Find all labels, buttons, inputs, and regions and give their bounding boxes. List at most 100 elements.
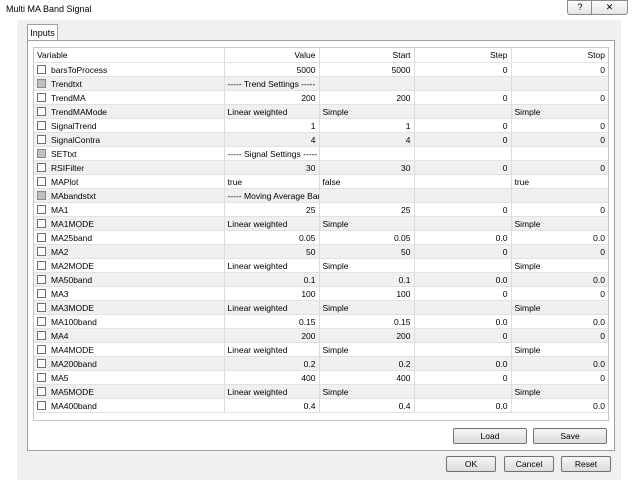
tab-inputs[interactable]: Inputs [27,24,58,41]
start-cell[interactable]: false [318,174,414,189]
optimize-checkbox[interactable] [37,176,46,186]
step-cell[interactable] [413,174,511,189]
value-cell[interactable]: Linear weighted [223,342,319,357]
start-cell[interactable] [318,76,414,91]
table-row[interactable]: MA3 100 100 0 0 [34,286,608,301]
step-cell[interactable] [413,216,511,231]
stop-cell[interactable]: 0 [510,118,608,133]
stop-cell[interactable]: 0 [510,202,608,217]
stop-cell[interactable]: 0 [510,244,608,259]
stop-cell[interactable]: Simple [510,300,608,315]
value-cell[interactable]: ----- Trend Settings ----- [223,76,319,91]
start-cell[interactable]: Simple [318,258,414,273]
start-cell[interactable]: 400 [318,370,414,385]
value-cell[interactable]: 0.4 [223,398,319,413]
stop-cell[interactable] [510,76,608,91]
stop-cell[interactable]: Simple [510,258,608,273]
optimize-checkbox[interactable] [37,232,46,242]
table-row[interactable]: SignalTrend 1 1 0 0 [34,118,608,133]
cancel-button[interactable]: Cancel [504,456,554,472]
value-cell[interactable]: 0.2 [223,356,319,371]
table-row[interactable]: barsToProcess 5000 5000 0 0 [34,62,608,77]
table-row[interactable]: MA4 200 200 0 0 [34,328,608,343]
step-cell[interactable]: 0 [413,90,511,105]
optimize-checkbox[interactable] [37,316,46,326]
step-cell[interactable]: 0.0 [413,314,511,329]
table-row[interactable]: SETtxt ----- Signal Settings ----- [34,146,608,161]
stop-cell[interactable]: Simple [510,104,608,119]
step-cell[interactable]: 0 [413,328,511,343]
step-cell[interactable]: 0 [413,286,511,301]
start-cell[interactable] [318,188,414,203]
step-cell[interactable]: 0.0 [413,398,511,413]
table-row[interactable]: TrendMA 200 200 0 0 [34,90,608,105]
step-cell[interactable] [413,76,511,91]
step-cell[interactable] [413,188,511,203]
optimize-checkbox[interactable] [37,78,46,88]
value-cell[interactable]: 1 [223,118,319,133]
value-cell[interactable]: Linear weighted [223,258,319,273]
value-cell[interactable]: 200 [223,328,319,343]
optimize-checkbox[interactable] [37,386,46,396]
value-cell[interactable]: true [223,174,319,189]
stop-cell[interactable]: 0 [510,132,608,147]
reset-button[interactable]: Reset [561,456,611,472]
table-row[interactable]: MA400band 0.4 0.4 0.0 0.0 [34,398,608,413]
start-cell[interactable]: Simple [318,384,414,399]
table-row[interactable]: SignalContra 4 4 0 0 [34,132,608,147]
value-cell[interactable]: 5000 [223,62,319,77]
start-cell[interactable]: 100 [318,286,414,301]
stop-cell[interactable] [510,188,608,203]
optimize-checkbox[interactable] [37,358,46,368]
optimize-checkbox[interactable] [37,344,46,354]
stop-cell[interactable]: 0.0 [510,230,608,245]
value-cell[interactable]: 4 [223,132,319,147]
value-cell[interactable]: 0.1 [223,272,319,287]
table-row[interactable]: MA100band 0.15 0.15 0.0 0.0 [34,314,608,329]
column-header-start[interactable]: Start [318,48,414,63]
value-cell[interactable]: Linear weighted [223,216,319,231]
optimize-checkbox[interactable] [37,330,46,340]
value-cell[interactable]: 25 [223,202,319,217]
table-row[interactable]: TrendMAMode Linear weighted Simple Simple [34,104,608,119]
start-cell[interactable]: 0.15 [318,314,414,329]
stop-cell[interactable]: 0 [510,62,608,77]
start-cell[interactable]: Simple [318,104,414,119]
table-row[interactable]: MAbandstxt ----- Moving Average Bands ---… [34,188,608,203]
step-cell[interactable] [413,384,511,399]
value-cell[interactable]: ----- Signal Settings ----- [223,146,319,161]
ok-button[interactable]: OK [446,456,496,472]
optimize-checkbox[interactable] [37,246,46,256]
start-cell[interactable]: 25 [318,202,414,217]
column-header-stop[interactable]: Stop [510,48,608,63]
step-cell[interactable]: 0 [413,132,511,147]
table-row[interactable]: MA4MODE Linear weighted Simple Simple [34,342,608,357]
optimize-checkbox[interactable] [37,120,46,130]
step-cell[interactable]: 0 [413,160,511,175]
stop-cell[interactable]: 0 [510,370,608,385]
start-cell[interactable] [318,146,414,161]
save-button[interactable]: Save [533,428,607,444]
stop-cell[interactable]: 0 [510,286,608,301]
optimize-checkbox[interactable] [37,260,46,270]
optimize-checkbox[interactable] [37,162,46,172]
step-cell[interactable] [413,342,511,357]
optimize-checkbox[interactable] [37,92,46,102]
value-cell[interactable]: 400 [223,370,319,385]
start-cell[interactable]: 200 [318,328,414,343]
stop-cell[interactable]: Simple [510,216,608,231]
step-cell[interactable] [413,146,511,161]
start-cell[interactable]: Simple [318,300,414,315]
value-cell[interactable]: 50 [223,244,319,259]
stop-cell[interactable]: 0.0 [510,356,608,371]
stop-cell[interactable]: Simple [510,384,608,399]
step-cell[interactable]: 0 [413,118,511,133]
start-cell[interactable]: 30 [318,160,414,175]
stop-cell[interactable]: 0.0 [510,314,608,329]
optimize-checkbox[interactable] [37,190,46,200]
start-cell[interactable]: 1 [318,118,414,133]
value-cell[interactable]: 100 [223,286,319,301]
step-cell[interactable]: 0 [413,244,511,259]
start-cell[interactable]: 4 [318,132,414,147]
table-row[interactable]: MA5 400 400 0 0 [34,370,608,385]
